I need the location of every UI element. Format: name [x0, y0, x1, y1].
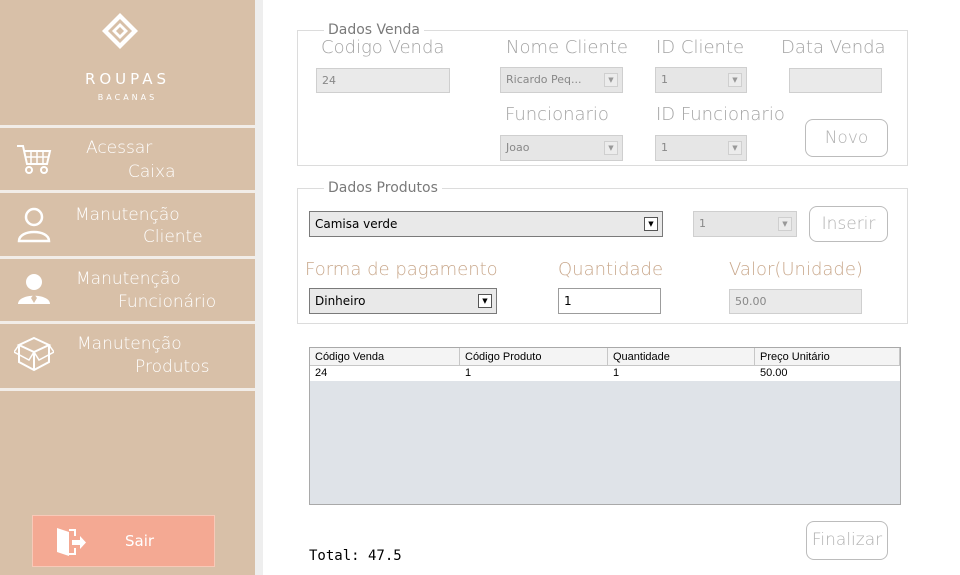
column-header[interactable]: Preço Unitário [755, 348, 900, 366]
funcionario-value: Joao [506, 141, 530, 154]
forma-pagamento-select[interactable]: Dinheiro ▼ [309, 288, 497, 314]
codigo-venda-label: Codigo Venda [321, 37, 445, 58]
chevron-down-icon: ▼ [644, 217, 658, 231]
table-cell: 1 [613, 367, 620, 379]
forma-pagamento-value: Dinheiro [315, 294, 366, 308]
shopping-cart-icon [17, 145, 52, 174]
chevron-down-icon: ▼ [478, 294, 492, 308]
quantidade-field[interactable]: 1 [558, 288, 661, 314]
nav-item-manutencao-cliente[interactable]: Manutenção Cliente [0, 193, 255, 255]
valor-unidade-field[interactable]: 50.00 [729, 289, 862, 314]
nome-cliente-select[interactable]: Ricardo Peq... ▼ [500, 67, 623, 93]
employee-icon [18, 274, 50, 304]
brand-name: ROUPAS [84, 70, 171, 88]
funcionario-select[interactable]: Joao ▼ [500, 135, 623, 161]
table-cell: 50.00 [760, 367, 788, 379]
id-funcionario-label: ID Funcionario [656, 104, 785, 125]
itens-table[interactable]: Código Venda Código Produto Quantidade P… [309, 347, 901, 505]
logo: ROUPAS BACANAS [0, 0, 255, 125]
quantidade-label: Quantidade [558, 259, 664, 280]
divider [0, 388, 255, 391]
data-venda-field[interactable] [789, 68, 882, 93]
data-venda-label: Data Venda [781, 37, 886, 58]
chevron-down-icon: ▼ [604, 141, 618, 155]
nav-label-line1: Manutenção [76, 269, 181, 289]
produto-value: Camisa verde [315, 217, 398, 231]
table-cell: 1 [465, 367, 472, 379]
table-row[interactable]: 24 1 1 50.00 [310, 366, 900, 381]
total-label: Total: 47.5 [309, 548, 402, 564]
table-cell: 24 [315, 367, 328, 379]
nav-label-line1: Acessar [86, 138, 153, 158]
column-header[interactable]: Código Venda [310, 348, 460, 366]
diamond-logo-icon [102, 13, 138, 49]
nav-label-line2: Funcionário [118, 292, 217, 312]
id-cliente-select[interactable]: 1 ▼ [655, 67, 747, 93]
nome-cliente-label: Nome Cliente [506, 37, 628, 58]
id-funcionario-select[interactable]: 1 ▼ [655, 135, 747, 161]
dados-produtos-title: Dados Produtos [324, 180, 442, 196]
novo-button[interactable]: Novo [805, 119, 888, 157]
codigo-venda-field[interactable]: 24 [316, 68, 450, 93]
nome-cliente-value: Ricardo Peq... [506, 73, 582, 86]
nav-label-line1: Manutenção [75, 205, 180, 225]
valor-unidade-label: Valor(Unidade) [729, 259, 863, 280]
id-cliente-value: 1 [661, 73, 668, 86]
sidebar: ROUPAS BACANAS Acessar Caixa Manutenção … [0, 0, 255, 575]
produto-id-select[interactable]: 1 ▼ [693, 211, 797, 237]
chevron-down-icon: ▼ [778, 217, 792, 231]
sair-label: Sair [125, 532, 155, 550]
chevron-down-icon: ▼ [604, 73, 618, 87]
produto-id-value: 1 [699, 217, 706, 230]
chevron-down-icon: ▼ [728, 141, 742, 155]
nav-label-line1: Manutenção [77, 334, 182, 354]
nav-item-manutencao-produtos[interactable]: Manutenção Produtos [0, 324, 255, 386]
funcionario-label: Funcionario [505, 104, 609, 125]
id-cliente-label: ID Cliente [656, 37, 745, 58]
nav-item-acessar-caixa[interactable]: Acessar Caixa [0, 128, 255, 190]
box-icon [14, 336, 54, 372]
finalizar-button[interactable]: Finalizar [806, 521, 888, 560]
nav-item-manutencao-funcionario[interactable]: Manutenção Funcionário [0, 259, 255, 321]
sair-button[interactable]: Sair [32, 515, 215, 567]
id-funcionario-value: 1 [661, 141, 668, 154]
user-icon [17, 207, 51, 243]
chevron-down-icon: ▼ [728, 73, 742, 87]
sidebar-edge [255, 0, 263, 575]
exit-door-icon [57, 528, 86, 556]
brand-subtitle: BACANAS [97, 93, 158, 102]
dados-venda-title: Dados Venda [324, 22, 424, 38]
nav-label-line2: Caixa [128, 162, 176, 182]
nav-label-line2: Cliente [143, 227, 203, 247]
column-header[interactable]: Código Produto [460, 348, 608, 366]
forma-pagamento-label: Forma de pagamento [305, 259, 498, 280]
inserir-button[interactable]: Inserir [809, 206, 888, 242]
nav-label-line2: Produtos [135, 357, 210, 377]
column-header[interactable]: Quantidade [608, 348, 755, 366]
produto-select[interactable]: Camisa verde ▼ [309, 211, 663, 237]
